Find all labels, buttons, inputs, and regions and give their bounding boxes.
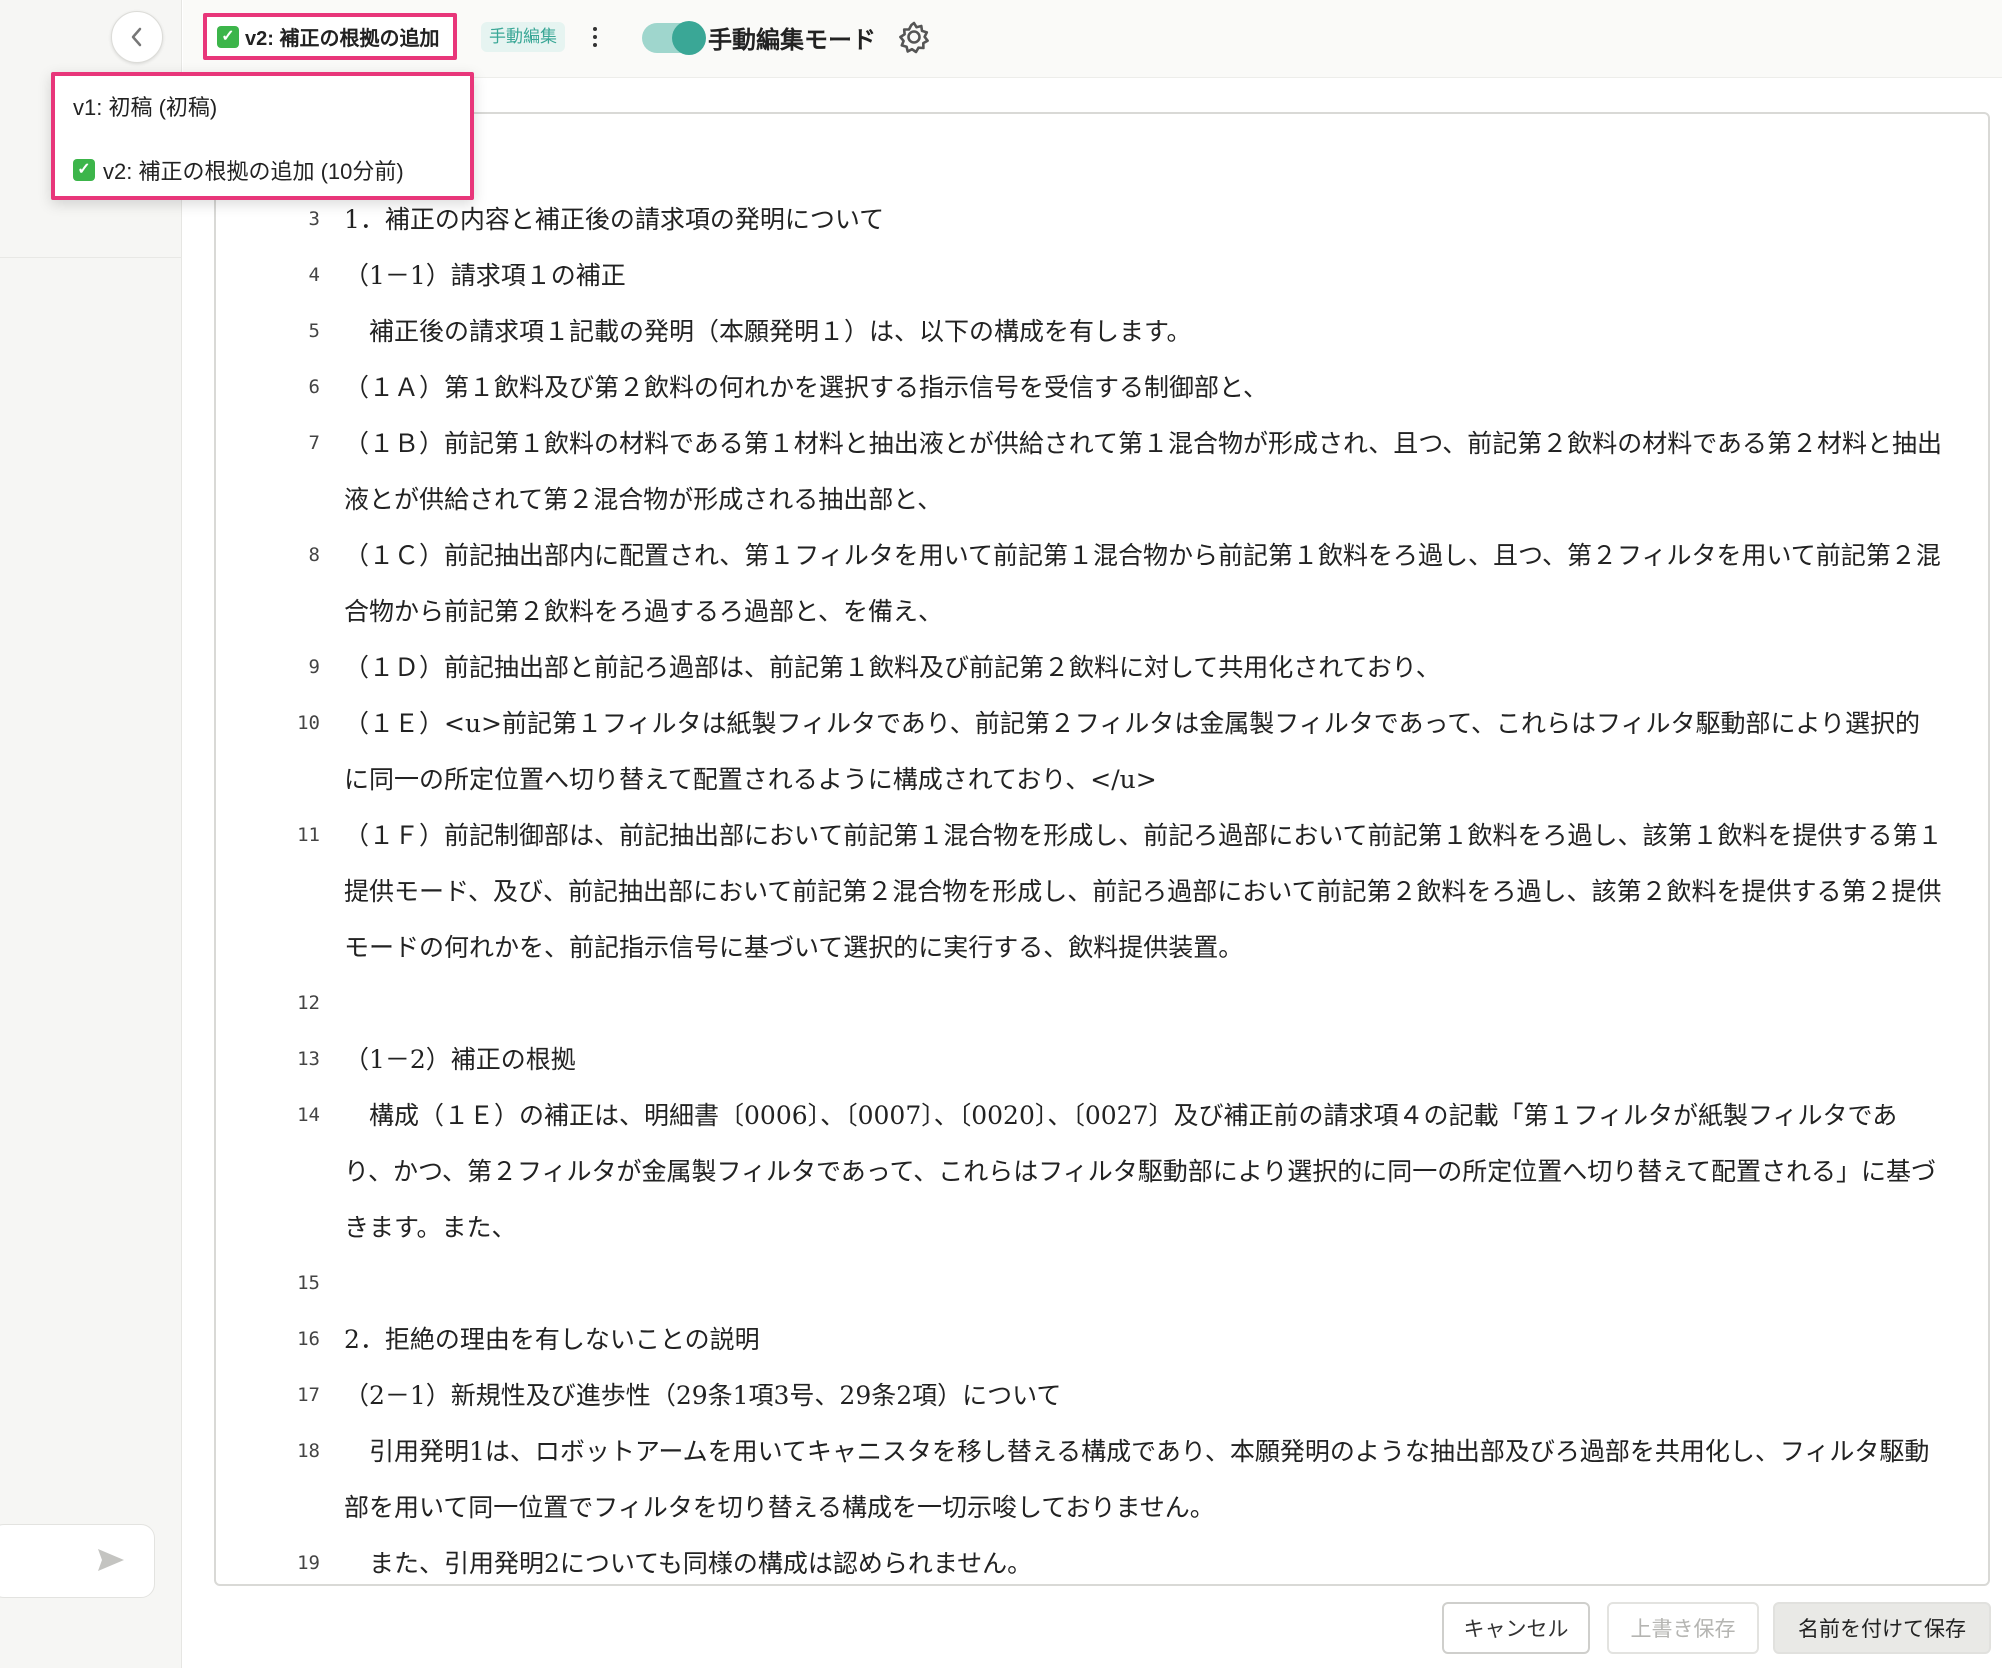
line-number: 4 bbox=[308, 264, 320, 286]
version-option-label: v1: 初稿 (初稿) bbox=[73, 95, 218, 120]
version-option-label: v2: 補正の根拠の追加 (10分前) bbox=[103, 159, 404, 184]
panel-divider bbox=[0, 257, 182, 258]
line-number: 19 bbox=[297, 1552, 320, 1574]
line-number: 15 bbox=[297, 1272, 320, 1294]
cancel-button[interactable]: キャンセル bbox=[1442, 1602, 1590, 1654]
line-text[interactable]: （2－1）新規性及び進歩性（29条1項3号、29条2項）について bbox=[344, 1368, 1944, 1424]
manual-edit-mode-label: 手動編集モード bbox=[708, 27, 876, 54]
line-text[interactable]: 構成（１Ｅ）の補正は、明細書〔0006〕、〔0007〕、〔0020〕、〔0027… bbox=[344, 1088, 1944, 1256]
version-option-v2[interactable]: ✓ v2: 補正の根拠の追加 (10分前) bbox=[73, 150, 404, 190]
line-text[interactable]: （１Ｅ）<u>前記第１フィルタは紙製フィルタであり、前記第２フィルタは金属製フィ… bbox=[344, 696, 1944, 808]
line-number: 11 bbox=[297, 824, 320, 846]
line-number: 8 bbox=[308, 544, 320, 566]
line-text[interactable]: 2．拒絶の理由を有しないことの説明 bbox=[344, 1312, 1944, 1368]
line-text[interactable]: また、引用発明2についても同様の構成は認められません。 bbox=[344, 1536, 1944, 1584]
manual-edit-tag: 手動編集 bbox=[481, 22, 565, 52]
line-number: 14 bbox=[297, 1104, 320, 1126]
line-number: 5 bbox=[308, 320, 320, 342]
left-panel bbox=[0, 0, 182, 1668]
line-number: 10 bbox=[297, 712, 320, 734]
more-options-icon[interactable] bbox=[585, 22, 605, 52]
line-text[interactable]: （１Ｆ）前記制御部は、前記抽出部において前記第１混合物を形成し、前記ろ過部におい… bbox=[344, 808, 1944, 976]
line-text[interactable]: （1－1）請求項１の補正 bbox=[344, 248, 1944, 304]
line-number: 3 bbox=[308, 208, 320, 230]
line-number: 18 bbox=[297, 1440, 320, 1462]
line-text[interactable]: 1．補正の内容と補正後の請求項の発明について bbox=[344, 192, 1944, 248]
chat-input[interactable] bbox=[0, 1524, 155, 1598]
line-number: 6 bbox=[308, 376, 320, 398]
line-number: 17 bbox=[297, 1384, 320, 1406]
check-mark-icon: ✓ bbox=[73, 159, 95, 181]
app-root: ✓ v2: 補正の根拠の追加 手動編集 手動編集モード v1: 初稿 (初稿) … bbox=[0, 0, 2002, 1668]
line-text[interactable]: （1－2）補正の根拠 bbox=[344, 1032, 1944, 1088]
line-number: 13 bbox=[297, 1048, 320, 1070]
current-version-label: v2: 補正の根拠の追加 bbox=[245, 28, 440, 50]
line-number: 9 bbox=[308, 656, 320, 678]
line-text[interactable]: （１Ｂ）前記第１飲料の材料である第１材料と抽出液とが供給されて第１混合物が形成さ… bbox=[344, 416, 1944, 528]
check-mark-icon: ✓ bbox=[217, 25, 239, 48]
send-icon[interactable] bbox=[96, 1547, 126, 1573]
gear-icon[interactable] bbox=[897, 20, 931, 54]
document-editor[interactable]: 3 1．補正の内容と補正後の請求項の発明について 4 （1－1）請求項１の補正 … bbox=[214, 112, 1990, 1586]
line-text[interactable]: （１Ｃ）前記抽出部内に配置され、第１フィルタを用いて前記第１混合物から前記第１飲… bbox=[344, 528, 1944, 640]
manual-edit-toggle[interactable] bbox=[642, 21, 706, 55]
line-text[interactable]: （１Ｄ）前記抽出部と前記ろ過部は、前記第１飲料及び前記第２飲料に対して共用化され… bbox=[344, 640, 1944, 696]
chevron-left-icon bbox=[131, 27, 142, 47]
version-dropdown-menu: v1: 初稿 (初稿) ✓ v2: 補正の根拠の追加 (10分前) bbox=[51, 72, 474, 200]
line-text[interactable]: 引用発明1は、ロボットアームを用いてキャニスタを移し替える構成であり、本願発明の… bbox=[344, 1424, 1944, 1536]
version-option-v1[interactable]: v1: 初稿 (初稿) bbox=[73, 86, 217, 126]
toggle-knob bbox=[672, 21, 706, 55]
line-number: 12 bbox=[297, 992, 320, 1014]
collapse-panel-button[interactable] bbox=[111, 11, 163, 63]
overwrite-save-button[interactable]: 上書き保存 bbox=[1607, 1602, 1759, 1654]
line-text[interactable]: （１Ａ）第１飲料及び第２飲料の何れかを選択する指示信号を受信する制御部と、 bbox=[344, 360, 1944, 416]
save-as-button[interactable]: 名前を付けて保存 bbox=[1773, 1602, 1991, 1654]
line-text[interactable]: 補正後の請求項１記載の発明（本願発明１）は、以下の構成を有します。 bbox=[344, 304, 1944, 360]
version-selector-button[interactable]: ✓ v2: 補正の根拠の追加 bbox=[203, 13, 458, 60]
line-number: 16 bbox=[297, 1328, 320, 1350]
editor-toolbar: ✓ v2: 補正の根拠の追加 手動編集 手動編集モード bbox=[183, 0, 2002, 78]
line-number: 7 bbox=[308, 432, 320, 454]
